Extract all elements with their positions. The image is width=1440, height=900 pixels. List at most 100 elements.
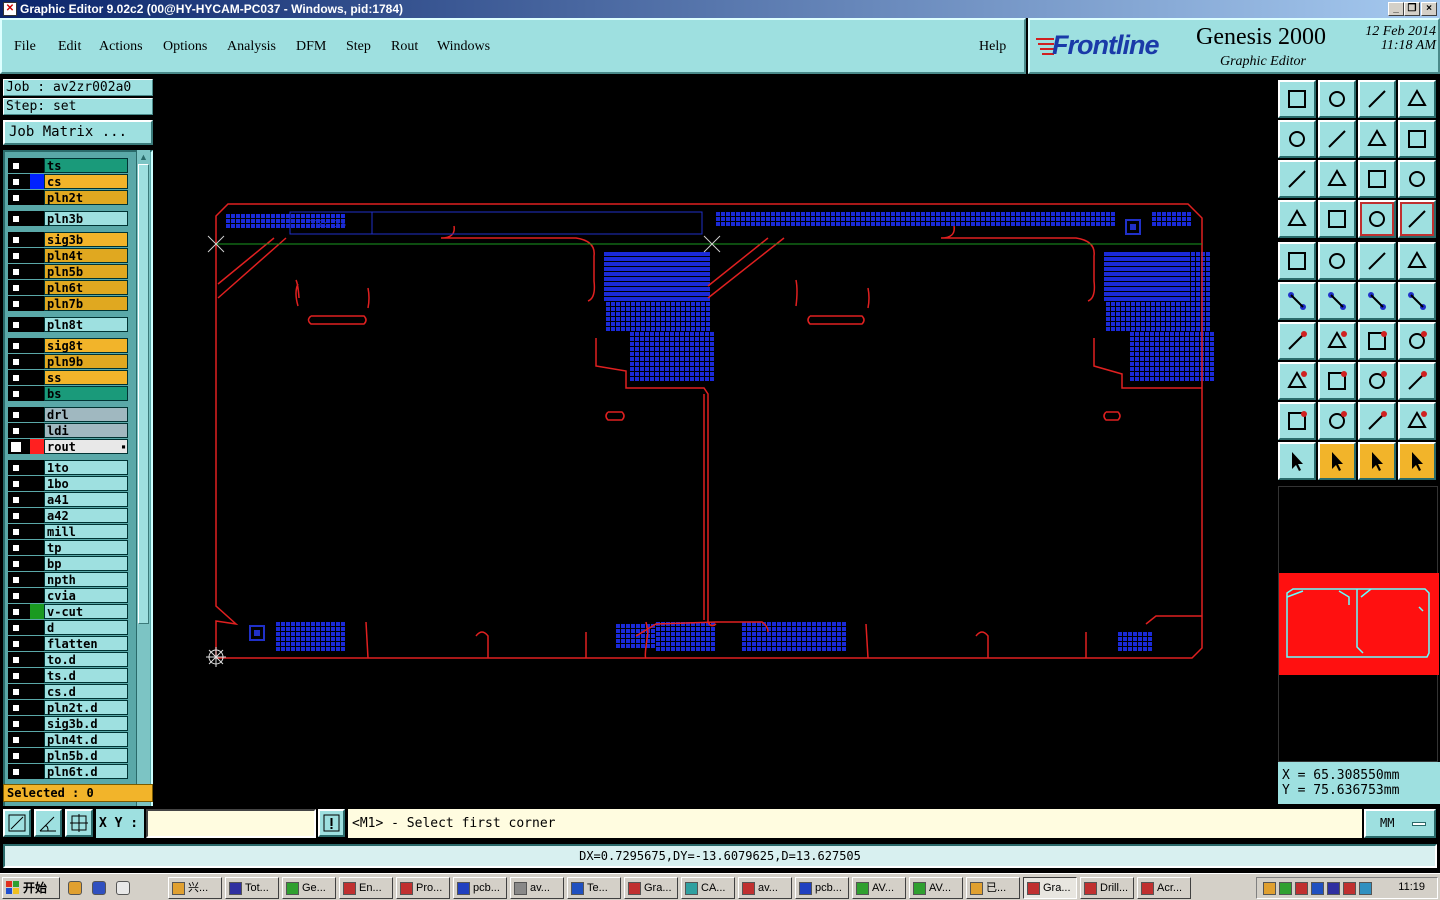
tray-icon[interactable] — [1359, 882, 1372, 895]
taskbar-task[interactable]: Pro... — [396, 877, 450, 899]
ruler-tool-button[interactable] — [1358, 242, 1396, 280]
layer-display-checkbox[interactable] — [11, 251, 21, 261]
layer-name[interactable]: pln4t.d — [44, 732, 128, 747]
tray-icon[interactable] — [1295, 882, 1308, 895]
pcb-drawing[interactable]: TG: 3S — [156, 76, 1276, 806]
layer-row-npth[interactable]: npth — [8, 572, 128, 587]
layer-display-checkbox[interactable] — [11, 767, 21, 777]
layer-name[interactable]: pln2t.d — [44, 700, 128, 715]
next-view-button[interactable] — [1318, 120, 1356, 158]
rotate-tool-button[interactable] — [1358, 322, 1396, 360]
text-a-tool-button[interactable] — [1318, 402, 1356, 440]
layer-row-ts[interactable]: ts — [8, 158, 128, 173]
desktop-launch-icon[interactable] — [68, 881, 82, 895]
rotate-button[interactable] — [1358, 120, 1396, 158]
menu-analysis[interactable]: Analysis — [227, 39, 276, 55]
slash-tool-button[interactable] — [1318, 322, 1356, 360]
select-orange-button[interactable] — [1318, 442, 1356, 480]
layer-row-pln4t.d[interactable]: pln4t.d — [8, 732, 128, 747]
layer-display-checkbox[interactable] — [11, 719, 21, 729]
layer-name[interactable]: cs.d — [44, 684, 128, 699]
line-h-tool-button[interactable] — [1318, 362, 1356, 400]
layer-display-checkbox[interactable] — [11, 463, 21, 473]
taskbar-task[interactable]: pcb... — [453, 877, 507, 899]
select-arrow-button[interactable] — [1278, 442, 1316, 480]
layer-name[interactable]: pln5b.d — [44, 748, 128, 763]
snap-mode-button[interactable] — [3, 809, 31, 837]
layer-name[interactable]: pln6t.d — [44, 764, 128, 779]
tray-icon[interactable] — [1343, 882, 1356, 895]
layer-display-checkbox[interactable] — [11, 299, 21, 309]
taskbar-task[interactable]: pcb... — [795, 877, 849, 899]
layer-row-a42[interactable]: a42 — [8, 508, 128, 523]
tray-icon[interactable] — [1279, 882, 1292, 895]
layer-row-1to[interactable]: 1to — [8, 460, 128, 475]
pad-tool-button[interactable] — [1278, 242, 1316, 280]
tray-icon[interactable] — [1327, 882, 1340, 895]
group-tool-button[interactable] — [1398, 362, 1436, 400]
measure-button[interactable] — [1278, 200, 1316, 238]
layer-display-checkbox[interactable] — [11, 543, 21, 553]
layer-row-cs[interactable]: cs — [8, 174, 128, 189]
graphic-canvas[interactable]: TG: 3S — [156, 76, 1276, 806]
layer-row-d[interactable]: d — [8, 620, 128, 635]
layer-display-checkbox[interactable] — [11, 511, 21, 521]
scroll-up-icon[interactable]: ▲ — [138, 151, 149, 163]
close-button[interactable]: × — [1421, 2, 1437, 16]
layer-name[interactable]: 1to — [44, 460, 128, 475]
layer-name[interactable]: cs — [44, 174, 128, 189]
layer-row-pln2t[interactable]: pln2t — [8, 190, 128, 205]
fit-screen-button[interactable] — [1278, 160, 1316, 198]
flip-text-tool-button[interactable] — [1398, 322, 1436, 360]
layer-name[interactable]: 1bo — [44, 476, 128, 491]
menu-rout[interactable]: Rout — [391, 39, 418, 55]
layer-row-to.d[interactable]: to.d — [8, 652, 128, 667]
browser-launch-icon[interactable] — [92, 881, 106, 895]
layer-name[interactable]: ldi — [44, 423, 128, 438]
layer-name[interactable]: bp — [44, 556, 128, 571]
layer-name[interactable]: sig8t — [44, 338, 128, 353]
layer-row-pln6t.d[interactable]: pln6t.d — [8, 764, 128, 779]
layer-display-checkbox[interactable] — [11, 735, 21, 745]
grid-mode-button[interactable] — [65, 809, 93, 837]
layer-swap-button[interactable] — [1398, 200, 1436, 238]
snap-tool-button[interactable] — [1278, 362, 1316, 400]
start-button[interactable]: 开始 — [2, 877, 60, 899]
taskbar-task[interactable]: AV... — [909, 877, 963, 899]
layer-name[interactable]: pln7b — [44, 296, 128, 311]
select-net-button[interactable] — [1318, 200, 1356, 238]
layer-display-checkbox[interactable] — [11, 479, 21, 489]
menu-file[interactable]: File — [14, 39, 36, 55]
taskbar-task[interactable]: Te... — [567, 877, 621, 899]
layer-row-cvia[interactable]: cvia — [8, 588, 128, 603]
layer-display-checkbox[interactable] — [11, 410, 21, 420]
info-button[interactable] — [318, 809, 345, 837]
center-button[interactable] — [1318, 160, 1356, 198]
taskbar-task[interactable]: 兴... — [168, 877, 222, 899]
layer-row-drl[interactable]: drl — [8, 407, 128, 422]
minimize-button[interactable]: _ — [1388, 2, 1404, 16]
tray-icon[interactable] — [1263, 882, 1276, 895]
layer-row-pln3b[interactable]: pln3b — [8, 211, 128, 226]
layer-row-a41[interactable]: a41 — [8, 492, 128, 507]
layer-name[interactable]: sig3b.d — [44, 716, 128, 731]
layer-display-checkbox[interactable] — [11, 751, 21, 761]
dimension-tool-button[interactable] — [1358, 362, 1396, 400]
layer-row-pln2t.d[interactable]: pln2t.d — [8, 700, 128, 715]
text-b-tool-button[interactable] — [1358, 402, 1396, 440]
tray-icon[interactable] — [1311, 882, 1324, 895]
layer-name[interactable]: pln3b — [44, 211, 128, 226]
layer-name[interactable]: npth — [44, 572, 128, 587]
layer-name[interactable]: v-cut — [44, 604, 128, 619]
layer-name[interactable]: a41 — [44, 492, 128, 507]
text-c-tool-button[interactable] — [1398, 402, 1436, 440]
layer-name[interactable]: a42 — [44, 508, 128, 523]
layer-row-flatten[interactable]: flatten — [8, 636, 128, 651]
layer-name[interactable]: flatten — [44, 636, 128, 651]
taskbar-task[interactable]: av... — [510, 877, 564, 899]
layer-display-checkbox[interactable] — [11, 193, 21, 203]
layer-display-checkbox[interactable] — [11, 283, 21, 293]
layer-display-checkbox[interactable] — [11, 639, 21, 649]
layer-row-sig3b.d[interactable]: sig3b.d — [8, 716, 128, 731]
layer-display-checkbox[interactable] — [11, 426, 21, 436]
